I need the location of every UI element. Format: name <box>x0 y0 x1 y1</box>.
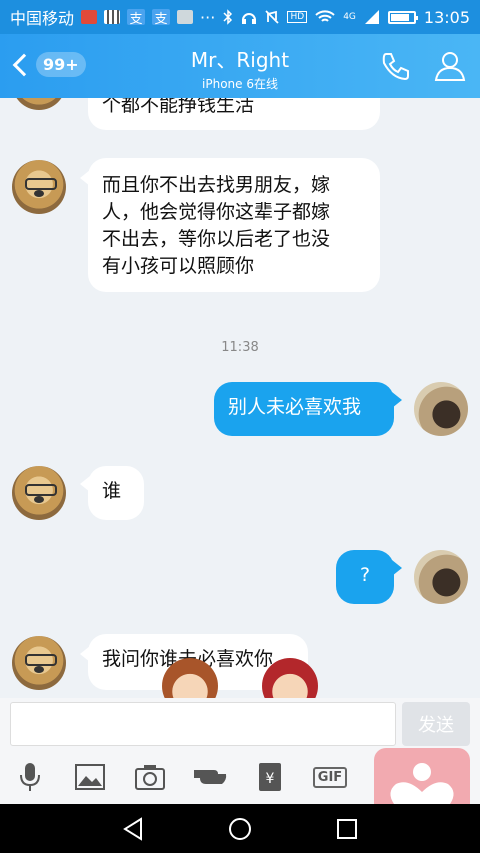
more-icon: ··· <box>200 7 216 27</box>
timestamp: 11:38 <box>221 340 259 355</box>
status-bar: 中国移动 支 支 ··· HD 4G 13:05 <box>0 0 480 34</box>
message-list: 个都不能挣钱生活 而且你不出去找男朋友，嫁 人，他会觉得你这辈子都嫁 不出去，等… <box>0 98 480 698</box>
back-nav-icon[interactable] <box>122 816 144 841</box>
message-bubble[interactable]: 别人未必喜欢我 <box>214 382 394 436</box>
message-line: 人，他会觉得你这辈子都嫁 <box>102 201 331 223</box>
message-line: 而且你不出去找男朋友，嫁 <box>102 174 331 196</box>
headphones-icon <box>242 13 257 24</box>
message-bubble[interactable]: 而且你不出去找男朋友，嫁 人，他会觉得你这辈子都嫁 不出去，等你以后老了也没 有… <box>88 158 380 292</box>
signal-icon <box>364 10 379 24</box>
bubble-tail <box>392 560 402 576</box>
gif-icon: GIF <box>312 766 348 788</box>
avatar[interactable] <box>12 160 66 214</box>
input-bar: 发送 <box>0 698 480 750</box>
image-button[interactable] <box>60 757 120 797</box>
profile-icon[interactable] <box>432 48 468 84</box>
home-nav-icon[interactable] <box>228 817 252 841</box>
message-input[interactable] <box>10 702 396 746</box>
poke-button[interactable] <box>180 757 240 797</box>
message-text: 谁 <box>102 480 122 502</box>
message-text: 个都不能挣钱生活 <box>102 98 255 116</box>
send-button[interactable]: 发送 <box>402 702 470 746</box>
voice-button[interactable] <box>0 757 60 797</box>
message-text: 别人未必喜欢我 <box>228 396 362 418</box>
bubble-tail <box>392 392 402 408</box>
message-text: ? <box>359 564 371 586</box>
message-bubble[interactable]: 谁 <box>88 466 144 520</box>
avatar[interactable] <box>12 98 66 110</box>
alipay-icon: 支 <box>152 9 171 27</box>
message-bubble[interactable]: ? <box>336 550 394 604</box>
chat-header: 99+ Mr、Right iPhone 6在线 <box>0 34 480 98</box>
camera-button[interactable] <box>120 757 180 797</box>
avatar[interactable] <box>12 636 66 690</box>
hand-icon <box>194 770 227 784</box>
image-icon <box>177 10 194 24</box>
recents-nav-icon[interactable] <box>336 818 358 840</box>
red-packet-button[interactable]: ¥ <box>240 757 300 797</box>
camera-icon <box>135 765 165 790</box>
microphone-icon <box>20 763 40 791</box>
bluetooth-icon <box>223 9 233 25</box>
avatar[interactable] <box>12 466 66 520</box>
hd-icon: HD <box>287 11 308 23</box>
red-packet-icon: ¥ <box>259 763 281 791</box>
system-nav-bar <box>0 804 480 853</box>
red-app-icon <box>81 10 98 24</box>
carrier-label: 中国移动 <box>10 9 75 28</box>
alipay-icon: 支 <box>127 9 146 27</box>
qr-icon <box>104 10 121 24</box>
battery-fill <box>390 13 409 21</box>
gif-button[interactable]: GIF <box>300 757 360 797</box>
message-bubble[interactable]: 个都不能挣钱生活 <box>88 98 380 130</box>
avatar[interactable] <box>414 550 468 604</box>
message-line: 不出去，等你以后老了也没 <box>102 228 331 250</box>
phone-icon[interactable] <box>378 48 414 84</box>
svg-text:¥: ¥ <box>266 771 275 787</box>
image-icon <box>75 764 105 790</box>
network-label: 4G <box>343 12 356 22</box>
message-line: 有小孩可以照顾你 <box>102 255 255 277</box>
clock: 13:05 <box>423 7 470 27</box>
avatar[interactable] <box>414 382 468 436</box>
battery-icon <box>387 10 418 24</box>
mute-icon <box>265 10 280 24</box>
wifi-icon <box>315 10 335 22</box>
